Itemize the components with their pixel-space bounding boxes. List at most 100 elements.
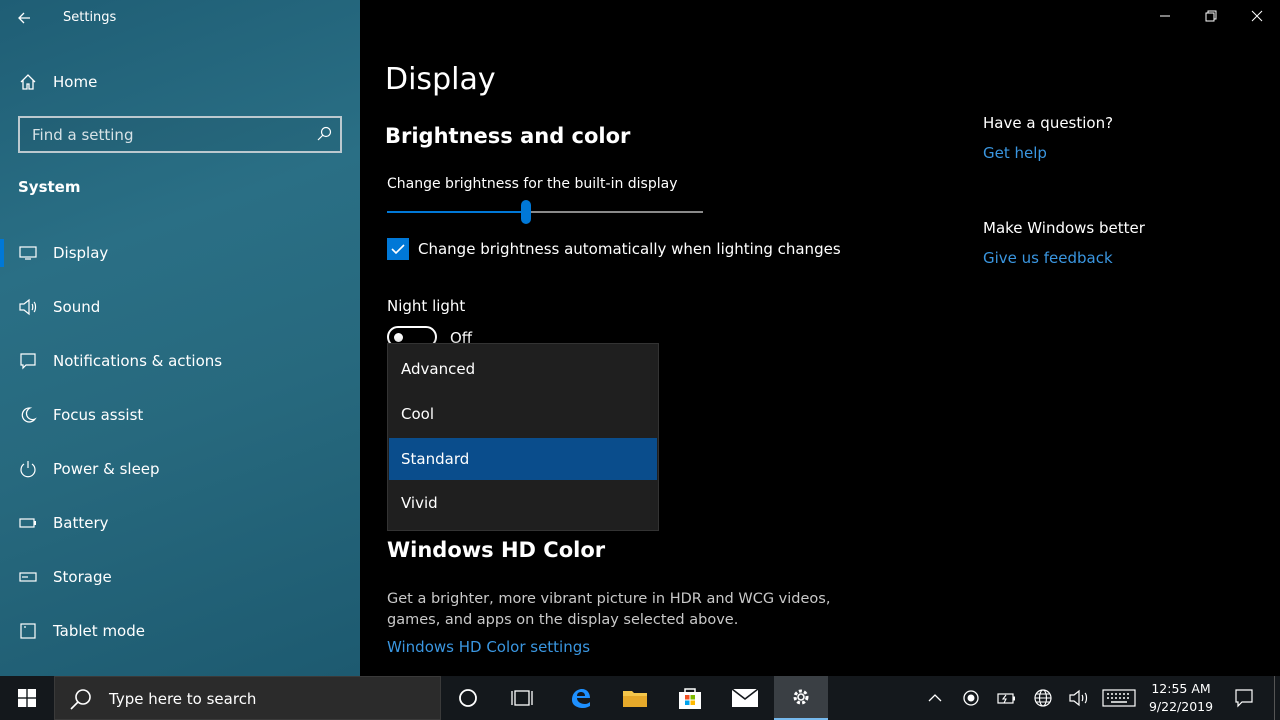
edge-button[interactable] [553, 676, 607, 720]
section-title-brightness: Brightness and color [385, 124, 631, 148]
main-content: Display Brightness and color Change brig… [360, 0, 1280, 676]
window-controls [1142, 0, 1280, 32]
sidebar-item-label: Sound [53, 298, 101, 316]
search-icon [69, 687, 93, 711]
file-explorer-button[interactable] [608, 676, 662, 720]
page-title: Display [385, 62, 496, 97]
hdr-section-title: Windows HD Color [387, 538, 606, 562]
sidebar-item-sound[interactable]: Sound [0, 287, 360, 327]
auto-brightness-checkbox[interactable] [387, 238, 409, 260]
windows-logo-icon [18, 689, 36, 707]
sidebar-item-label: Display [53, 244, 109, 262]
back-arrow-icon[interactable] [12, 6, 36, 30]
dropdown-option-vivid[interactable]: Vivid [389, 482, 657, 524]
sidebar-item-notifications[interactable]: Notifications & actions [0, 341, 360, 381]
get-help-link[interactable]: Get help [983, 144, 1047, 162]
app-title: Settings [63, 10, 117, 25]
start-button[interactable] [0, 676, 54, 720]
notification-icon [1235, 689, 1253, 708]
search-icon[interactable] [316, 126, 334, 144]
globe-icon [1034, 689, 1052, 707]
restore-button[interactable] [1188, 0, 1234, 32]
make-windows-better: Make Windows better [983, 219, 1145, 237]
brightness-label: Change brightness for the built-in displ… [387, 176, 678, 192]
keyboard-icon [1102, 689, 1136, 707]
edge-icon [572, 689, 590, 708]
monitor-icon [18, 243, 38, 263]
taskbar-clock[interactable]: 12:55 AM 9/22/2019 [1140, 680, 1222, 716]
record-icon [963, 690, 979, 706]
clock-date: 9/22/2019 [1148, 699, 1214, 714]
sidebar-item-home[interactable]: Home [0, 66, 360, 98]
toggle-knob [394, 333, 403, 342]
taskbar-search-placeholder: Type here to search [109, 690, 257, 708]
hdr-description: Get a brighter, more vibrant picture in … [387, 591, 831, 628]
volume-tray-button[interactable] [1063, 676, 1095, 720]
home-icon [18, 72, 38, 92]
find-setting-box[interactable] [18, 116, 342, 153]
sidebar-item-label: Tablet mode [53, 622, 145, 640]
settings-sidebar: Settings Home System Display Sound Notif… [0, 0, 360, 676]
sidebar-item-label: Focus assist [53, 406, 144, 424]
mail-button[interactable] [718, 676, 772, 720]
battery-charging-icon [997, 693, 1015, 704]
battery-icon [18, 513, 38, 533]
sidebar-item-label: Battery [53, 514, 109, 532]
cortana-icon [459, 689, 477, 707]
settings-taskbar-button[interactable] [774, 676, 828, 720]
slider-fill [387, 211, 527, 213]
give-feedback-link[interactable]: Give us feedback [983, 249, 1113, 267]
sidebar-item-label: Home [53, 73, 98, 91]
message-icon [18, 351, 38, 371]
touch-keyboard-button[interactable] [1101, 676, 1137, 720]
store-button[interactable] [663, 676, 717, 720]
task-view-button[interactable] [495, 676, 549, 720]
color-profile-dropdown[interactable]: Advanced Cool Standard Vivid [387, 343, 659, 531]
sidebar-item-label: Storage [53, 568, 112, 586]
task-view-icon [511, 690, 533, 706]
storage-icon [18, 567, 38, 587]
dropdown-option-advanced[interactable]: Advanced [389, 348, 657, 390]
store-icon [679, 688, 701, 709]
sidebar-item-battery[interactable]: Battery [0, 503, 360, 543]
clock-time: 12:55 AM [1151, 681, 1211, 696]
dropdown-option-standard[interactable]: Standard [389, 438, 657, 480]
slider-thumb[interactable] [521, 200, 532, 224]
speaker-icon [18, 297, 38, 317]
sidebar-item-display[interactable]: Display [0, 233, 360, 273]
record-tray-button[interactable] [955, 676, 987, 720]
help-question: Have a question? [983, 114, 1114, 132]
moon-icon [18, 405, 38, 425]
chevron-up-icon [928, 694, 942, 702]
auto-brightness-label: Change brightness automatically when lig… [418, 240, 841, 258]
sidebar-item-focus-assist[interactable]: Focus assist [0, 395, 360, 435]
folder-icon [623, 691, 647, 707]
sidebar-item-power-sleep[interactable]: Power & sleep [0, 449, 360, 489]
sidebar-item-storage[interactable]: Storage [0, 557, 360, 597]
minimize-button[interactable] [1142, 0, 1188, 32]
sidebar-item-label: Notifications & actions [53, 352, 223, 370]
sidebar-item-tablet-mode[interactable]: Tablet mode [0, 611, 360, 651]
close-button[interactable] [1234, 0, 1280, 32]
brightness-slider[interactable] [387, 200, 703, 226]
cortana-button[interactable] [441, 676, 495, 720]
checkmark-icon [391, 244, 405, 255]
taskbar-search-box[interactable]: Type here to search [54, 676, 441, 720]
dropdown-option-cool[interactable]: Cool [389, 393, 657, 435]
find-setting-input[interactable] [20, 118, 310, 151]
power-icon [18, 459, 38, 479]
hdr-settings-link[interactable]: Windows HD Color settings [387, 638, 590, 656]
taskbar: Type here to search 12:55 AM 9/22/2019 [0, 676, 1280, 720]
gear-icon [793, 689, 809, 705]
mail-icon [731, 688, 759, 707]
show-desktop-button[interactable] [1274, 676, 1280, 720]
night-light-label: Night light [387, 297, 466, 315]
tablet-icon [18, 621, 38, 641]
show-hidden-icons-button[interactable] [919, 676, 951, 720]
volume-icon [1069, 689, 1088, 707]
sidebar-item-label: Power & sleep [53, 460, 160, 478]
battery-tray-button[interactable] [991, 676, 1023, 720]
section-label-system: System [18, 178, 81, 196]
action-center-button[interactable] [1228, 676, 1260, 720]
network-tray-button[interactable] [1027, 676, 1059, 720]
